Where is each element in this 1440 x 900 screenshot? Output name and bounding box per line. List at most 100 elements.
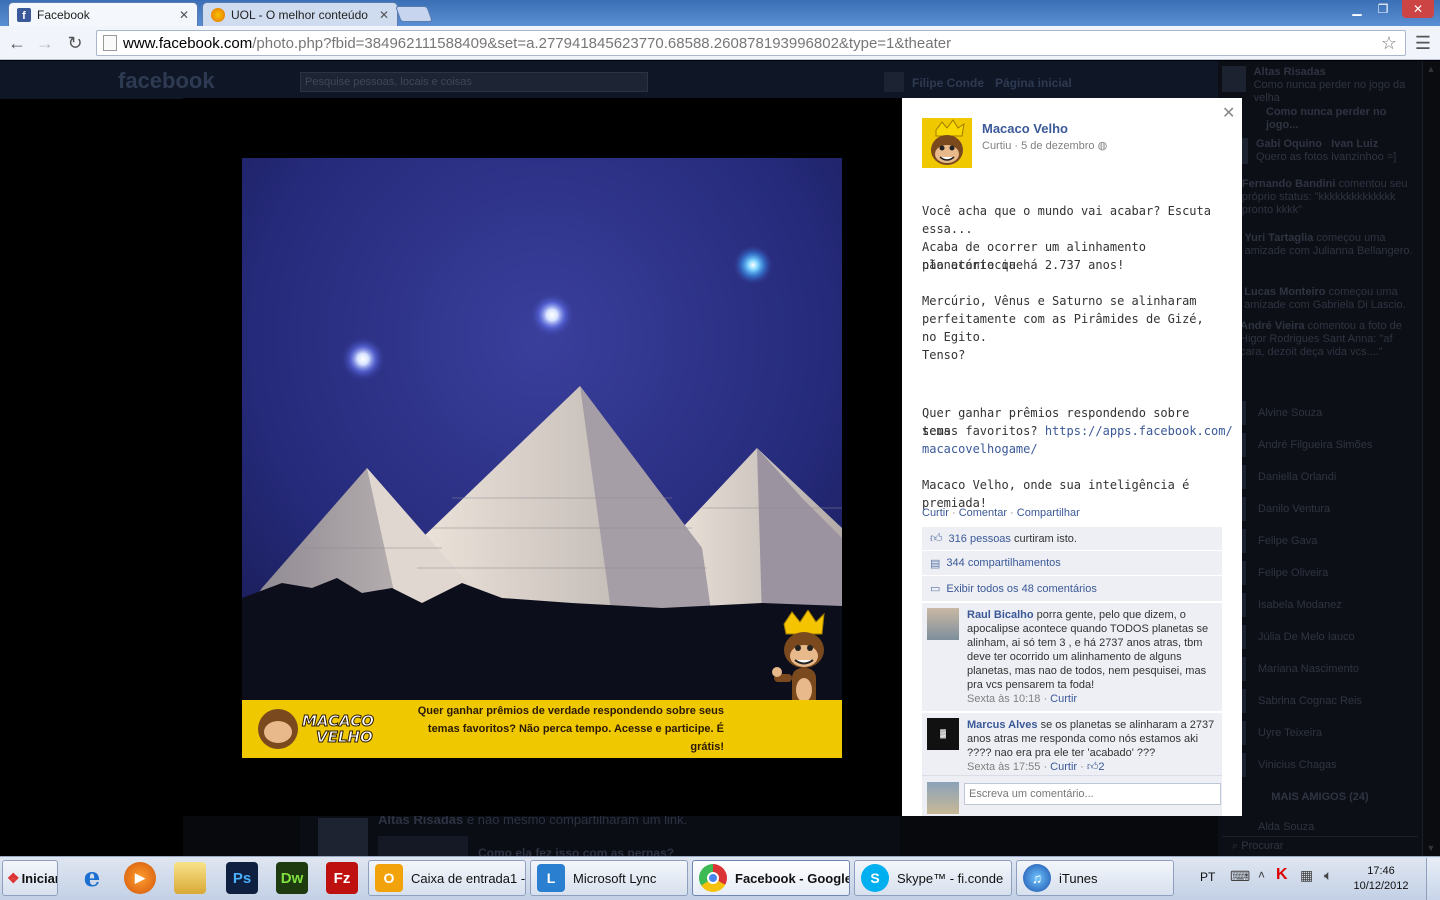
tab-uol[interactable]: UOL - O melhor conteúdo ✕ <box>202 2 398 26</box>
page-name-link[interactable]: Macaco Velho <box>982 121 1068 136</box>
bookmark-star-icon[interactable]: ☆ <box>1381 33 1397 54</box>
restore-icon[interactable]: ❐ <box>1370 0 1396 18</box>
comment-input[interactable]: Escreva um comentário... <box>964 783 1221 805</box>
comment-item: ▓ Marcus Alves se os planetas se alinhar… <box>922 713 1222 775</box>
ticker-item[interactable]: Altas Risadas Como nunca perder no jogo d… <box>1222 66 1418 106</box>
filezilla-icon[interactable]: Fz <box>326 862 358 894</box>
taskbar-outlook[interactable]: OCaixa de entrada1 - ... <box>368 860 526 896</box>
address-bar[interactable]: www.facebook.com/photo.php?fbid=38496211… <box>96 30 1406 56</box>
comment-author-link[interactable]: Marcus Alves <box>967 719 1038 731</box>
reload-icon[interactable]: ↻ <box>64 32 86 54</box>
chat-contact[interactable]: Daniella Orlandi <box>1222 461 1418 493</box>
chat-contact[interactable]: Mariana Nascimento <box>1222 653 1418 685</box>
comment-like-link[interactable]: Curtir <box>1050 761 1077 773</box>
comment-avatar[interactable] <box>927 608 959 640</box>
chat-contact[interactable]: Alvine Souza <box>1222 397 1418 429</box>
comment-avatar[interactable]: ▓ <box>927 718 959 750</box>
volume-icon[interactable]: 🔈︎ <box>1324 867 1332 884</box>
user-avatar[interactable] <box>884 72 904 92</box>
forward-icon[interactable]: → <box>34 32 56 54</box>
taskbar-skype[interactable]: S Skype™ - fi.conde <box>854 860 1012 896</box>
back-icon[interactable]: ← <box>6 32 28 54</box>
ticker-item[interactable]: André Vieira comentou a foto de Higor Ro… <box>1222 320 1418 380</box>
taskbar-lync[interactable]: L Microsoft Lync <box>530 860 688 896</box>
ticker-avatar <box>1222 66 1246 92</box>
taskbar-itunes[interactable]: ♫ iTunes <box>1016 860 1174 896</box>
page-avatar[interactable] <box>922 118 972 168</box>
start-button[interactable]: ❖ Iniciar <box>2 860 58 896</box>
keyboard-icon[interactable]: ⌨ <box>1230 868 1250 885</box>
dreamweaver-icon[interactable]: Dw <box>276 862 308 894</box>
new-tab-button[interactable] <box>395 6 433 22</box>
photoshop-icon[interactable]: Ps <box>226 862 258 894</box>
tab-facebook[interactable]: f Facebook ✕ <box>8 2 198 26</box>
chat-search-input[interactable]: ⌕ Procurar <box>1222 836 1418 854</box>
ticker-item[interactable]: Fernando Bandini comentou seu próprio st… <box>1222 178 1418 232</box>
likes-count-link[interactable]: 316 pessoas <box>949 533 1011 545</box>
taskbar-chrome[interactable]: Facebook - Google ... <box>692 860 850 896</box>
chat-contact[interactable]: Vinicius Chagas <box>1222 749 1418 781</box>
language-indicator[interactable]: PT <box>1200 870 1215 884</box>
share-link[interactable]: Compartilhar <box>1017 507 1080 519</box>
chat-contact[interactable]: Danilo Ventura <box>1222 493 1418 525</box>
windows-logo-icon: ❖ <box>7 869 20 886</box>
network-tray-icon[interactable]: ▦ <box>1300 867 1313 884</box>
comment-likes-count[interactable]: 👍︎2 <box>1087 761 1105 773</box>
apps-link-continued[interactable]: macacovelhogame/ <box>922 440 1222 458</box>
page-scrollbar[interactable] <box>1422 61 1440 856</box>
comment-body: Marcus Alves se os planetas se alinharam… <box>967 719 1215 773</box>
monkey-logo-icon <box>258 709 298 749</box>
ticker-item[interactable]: Lucas Monteiro começou uma amizade com G… <box>1222 286 1418 320</box>
scroll-up-icon[interactable]: ▲ <box>1425 64 1437 76</box>
show-desktop-button[interactable] <box>1426 858 1440 900</box>
ticker-item[interactable]: Yuri Tartaglia começou uma amizade com J… <box>1222 232 1418 286</box>
apps-link[interactable]: https://apps.facebook.com/ <box>1045 424 1233 438</box>
tab-label: UOL - O melhor conteúdo <box>231 7 368 22</box>
post-date-link[interactable]: 5 de dezembro <box>1021 140 1094 152</box>
view-comments-row[interactable]: ▭ Exibir todos os 48 comentários <box>922 576 1222 602</box>
photo-image[interactable]: MACACO VELHO Quer ganhar prêmios de verd… <box>242 158 842 758</box>
menu-icon[interactable]: ☰ <box>1412 32 1434 54</box>
comment-item: Raul Bicalho porra gente, pelo que dizem… <box>922 603 1222 711</box>
like-link[interactable]: Curtir <box>922 507 949 519</box>
comment-link[interactable]: Comentar <box>959 507 1007 519</box>
facebook-search-input[interactable]: Pesquise pessoas, locais e coisas <box>300 72 648 92</box>
show-hidden-icons-icon[interactable]: ˄ <box>1258 868 1265 882</box>
header-user-name[interactable]: Filipe Conde <box>912 76 984 90</box>
close-theater-icon[interactable]: ✕ <box>1222 103 1235 123</box>
comment-like-link[interactable]: Curtir <box>1050 693 1077 705</box>
antivirus-tray-icon[interactable]: K <box>1276 866 1288 884</box>
ticker-item[interactable]: Gabi Oquino Ivan Luiz Quero as fotos ivan… <box>1222 138 1418 178</box>
search-icon: ⌕ <box>1232 840 1239 852</box>
chat-contact[interactable]: Júlia De Melo Iauco <box>1222 621 1418 653</box>
chat-contact[interactable]: Sabrina Cognac Reis <box>1222 685 1418 717</box>
ie-icon[interactable]: e <box>76 862 108 894</box>
chat-contact[interactable]: Felipe Gava <box>1222 525 1418 557</box>
close-window-icon[interactable]: ✕ <box>1402 0 1434 18</box>
post-meta: Curtiu · 5 de dezembro ◍ <box>982 140 1108 152</box>
close-tab-icon[interactable]: ✕ <box>379 8 389 22</box>
scroll-down-icon[interactable]: ▼ <box>1425 843 1437 855</box>
behind-post-thumb <box>378 836 468 856</box>
shares-row[interactable]: ▤ 344 compartilhamentos <box>922 551 1222 576</box>
media-player-icon[interactable]: ▶ <box>124 862 156 894</box>
url-path: /photo.php?fbid=384962111588409&set=a.27… <box>252 34 952 52</box>
comment-author-link[interactable]: Raul Bicalho <box>967 609 1034 621</box>
close-tab-icon[interactable]: ✕ <box>179 8 189 22</box>
chat-contact[interactable]: Isabela Modanez <box>1222 589 1418 621</box>
post-footer: Macaco Velho, onde sua inteligência é pr… <box>922 478 1190 510</box>
chrome-icon <box>699 864 727 892</box>
header-home-link[interactable]: Página inicial <box>995 76 1072 90</box>
thumbs-up-icon: 👍︎ <box>930 531 943 545</box>
ticker-item[interactable]: Como nunca perder no jogo... <box>1266 106 1418 138</box>
chat-contact[interactable]: Uyre Teixeira <box>1222 717 1418 749</box>
page-icon <box>103 35 117 51</box>
facebook-logo[interactable]: facebook <box>118 68 215 94</box>
minimize-icon[interactable]: ▁ <box>1344 0 1370 18</box>
comment-composer: Escreva um comentário... <box>922 775 1222 816</box>
explorer-icon[interactable] <box>174 862 206 894</box>
system-clock[interactable]: 17:46 10/12/2012 <box>1346 864 1416 894</box>
chat-contact[interactable]: Felipe Oliveira <box>1222 557 1418 589</box>
itunes-icon: ♫ <box>1023 864 1051 892</box>
chat-contact[interactable]: André Filgueira Simões <box>1222 429 1418 461</box>
